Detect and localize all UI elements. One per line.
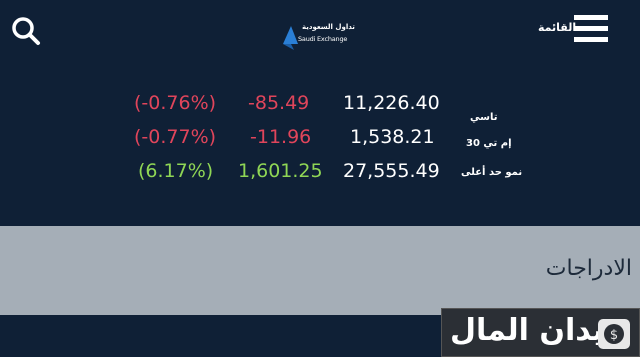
top-header: تداول السعودية Saudi Exchange القائمة (-… bbox=[0, 0, 640, 226]
index-name: نمو حد أعلى bbox=[461, 167, 523, 178]
index-row-mt30[interactable]: (-0.77%) -11.96 1,538.21 إم تي 30 bbox=[0, 124, 640, 150]
index-change: 1,601.25 bbox=[238, 160, 323, 182]
index-value: 27,555.49 bbox=[343, 160, 440, 182]
watermark-badge: ميدان المال $ bbox=[441, 308, 640, 357]
listings-section: الادراجات bbox=[0, 226, 640, 315]
listings-title[interactable]: الادراجات bbox=[546, 256, 632, 281]
index-name: تاسي bbox=[470, 112, 498, 123]
menu-label: القائمة bbox=[538, 21, 577, 34]
index-name: إم تي 30 bbox=[466, 138, 512, 149]
index-value: 1,538.21 bbox=[350, 126, 435, 148]
index-change-pct: (-0.77%) bbox=[134, 126, 217, 148]
menu-button[interactable]: القائمة bbox=[530, 14, 610, 44]
index-change: -11.96 bbox=[250, 126, 312, 148]
index-row-nomu[interactable]: (6.17%) 1,601.25 27,555.49 نمو حد أعلى bbox=[0, 158, 640, 184]
coin-stack-icon: $ bbox=[598, 319, 630, 349]
search-icon bbox=[12, 17, 40, 45]
index-row-tasi[interactable]: (-0.76%) -85.49 11,226.40 تاسي bbox=[0, 90, 640, 123]
logo-arabic-text: تداول السعودية bbox=[302, 23, 355, 31]
index-value: 11,226.40 bbox=[343, 92, 440, 114]
search-button[interactable] bbox=[10, 15, 42, 47]
svg-text:$: $ bbox=[610, 328, 618, 343]
logo-english-text: Saudi Exchange bbox=[298, 35, 348, 43]
saudi-exchange-logo[interactable]: تداول السعودية Saudi Exchange bbox=[280, 22, 360, 52]
index-change: -85.49 bbox=[248, 92, 310, 114]
index-change-pct: (6.17%) bbox=[138, 160, 214, 182]
index-change-pct: (-0.76%) bbox=[134, 92, 217, 114]
